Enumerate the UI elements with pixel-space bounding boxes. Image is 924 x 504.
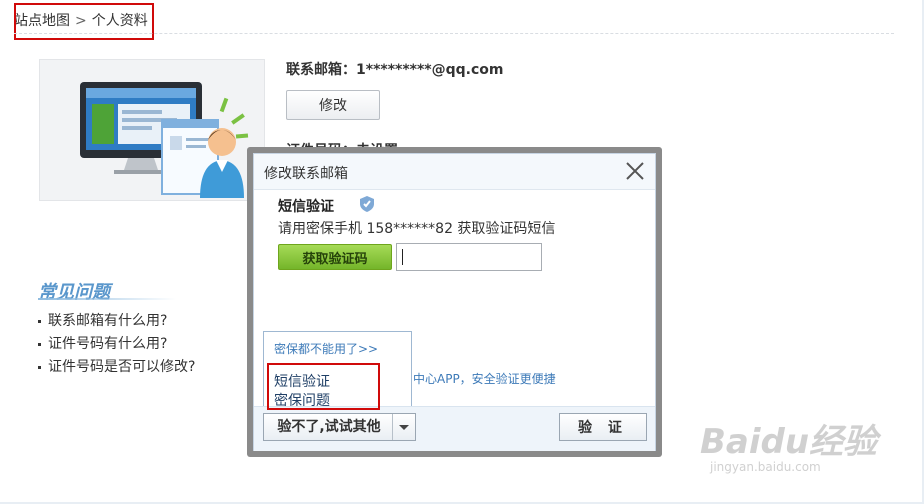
faq-item[interactable]: 证件号码是否可以修改? (38, 356, 195, 379)
email-label: 联系邮箱： (286, 62, 356, 78)
app-hint-link[interactable]: 中心APP，安全验证更便捷 (413, 370, 556, 387)
bullet-icon (38, 319, 41, 323)
baidu-watermark: Baidu经验 jingyan.baidu.com (700, 414, 878, 474)
annotation-box-options (267, 363, 380, 410)
sms-description: 请用密保手机 158******82 获取验证码短信 (278, 221, 556, 237)
try-other-label[interactable]: 验不了,试试其他 (264, 414, 394, 440)
dialog-footer: 验不了,试试其他 验 证 (254, 406, 655, 451)
chevron-down-icon[interactable] (392, 414, 415, 440)
shield-icon (359, 195, 375, 217)
faq-item-label[interactable]: 证件号码是否可以修改? (48, 359, 195, 375)
dialog-header: 修改联系邮箱 (254, 154, 655, 190)
annotation-box-breadcrumb (14, 3, 154, 40)
get-code-button[interactable]: 获取验证码 (278, 244, 392, 270)
faq-item-label[interactable]: 证件号码有什么用? (48, 336, 167, 352)
faq-divider (38, 298, 176, 300)
watermark-logo: Baidu经验 (700, 422, 878, 462)
try-other-button[interactable]: 验不了,试试其他 (263, 413, 416, 441)
code-input[interactable] (396, 243, 542, 271)
verify-button[interactable]: 验 证 (559, 413, 647, 441)
modify-email-button[interactable]: 修改 (286, 90, 380, 120)
email-row: 联系邮箱：1*********@qq.com (286, 59, 504, 79)
watermark-url: jingyan.baidu.com (710, 460, 821, 474)
faq-title: 常见问题 (38, 282, 110, 303)
divider (14, 33, 894, 34)
faq-item[interactable]: 联系邮箱有什么用? (38, 310, 195, 333)
text-caret (402, 249, 403, 265)
profile-illustration (39, 59, 265, 201)
faq-list: 联系邮箱有什么用? 证件号码有什么用? 证件号码是否可以修改? (38, 310, 195, 379)
all-unavailable-link[interactable]: 密保都不能用了>> (274, 340, 378, 357)
sms-verify-title: 短信验证 (278, 199, 334, 215)
email-value: 1*********@qq.com (356, 62, 504, 78)
bullet-icon (38, 365, 41, 369)
close-icon[interactable] (623, 159, 647, 183)
bullet-icon (38, 342, 41, 346)
faq-item-label[interactable]: 联系邮箱有什么用? (48, 313, 167, 329)
faq-item[interactable]: 证件号码有什么用? (38, 333, 195, 356)
dialog-title: 修改联系邮箱 (264, 166, 348, 182)
